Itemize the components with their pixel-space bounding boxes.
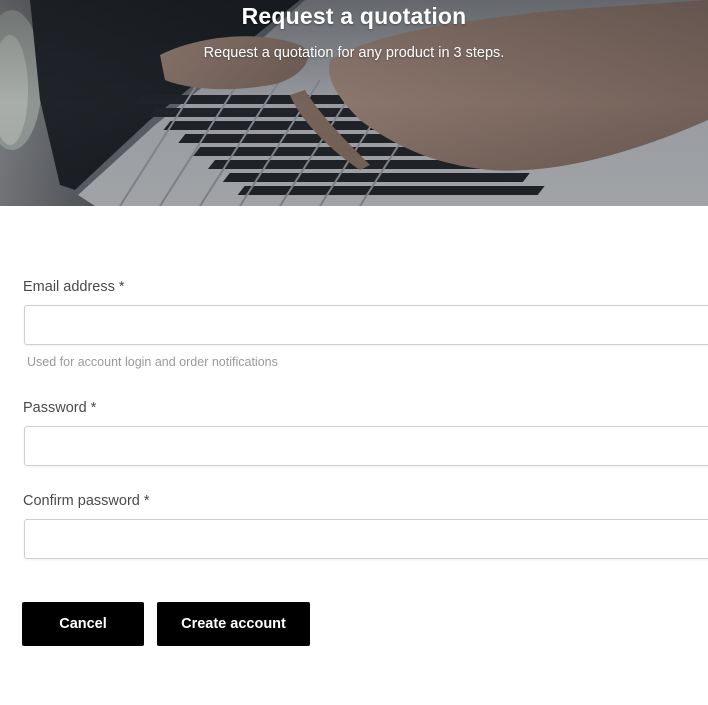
confirm-password-label: Confirm password * [23, 493, 150, 509]
create-account-button[interactable]: Create account [157, 602, 310, 646]
email-field[interactable] [25, 306, 708, 344]
confirm-password-field-wrapper [24, 519, 708, 559]
email-label: Email address * [23, 279, 125, 295]
hero-banner: Request a quotation Request a quotation … [0, 0, 708, 206]
page-subtitle: Request a quotation for any product in 3… [203, 45, 505, 61]
laptop-typing-photo [0, 0, 708, 206]
email-help-text: Used for account login and order notific… [27, 355, 278, 369]
confirm-password-field[interactable] [25, 520, 708, 558]
password-label: Password * [23, 400, 97, 416]
password-field[interactable] [25, 427, 708, 465]
page-title: Request a quotation [241, 3, 467, 29]
email-field-wrapper [24, 305, 708, 345]
cancel-button[interactable]: Cancel [22, 602, 144, 646]
password-field-wrapper [24, 426, 708, 466]
